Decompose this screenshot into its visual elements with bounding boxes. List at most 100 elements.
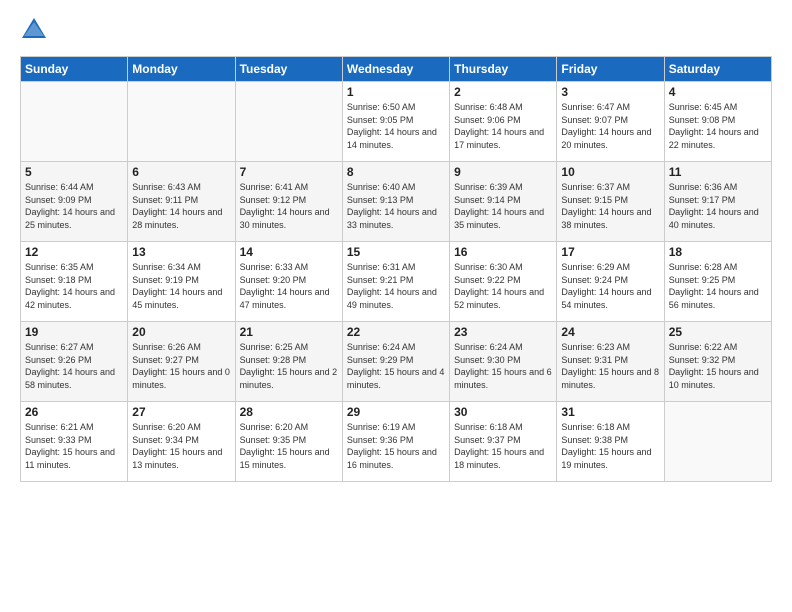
day-info: Sunrise: 6:23 AM Sunset: 9:31 PM Dayligh… xyxy=(561,341,659,391)
calendar-cell: 23 Sunrise: 6:24 AM Sunset: 9:30 PM Dayli… xyxy=(450,322,557,402)
day-number: 8 xyxy=(347,165,445,179)
day-number: 27 xyxy=(132,405,230,419)
day-info: Sunrise: 6:26 AM Sunset: 9:27 PM Dayligh… xyxy=(132,341,230,391)
logo xyxy=(20,16,52,44)
header-row: SundayMondayTuesdayWednesdayThursdayFrid… xyxy=(21,57,772,82)
week-row-2: 12Sunrise: 6:35 AM Sunset: 9:18 PM Dayli… xyxy=(21,242,772,322)
day-info: Sunrise: 6:30 AM Sunset: 9:22 PM Dayligh… xyxy=(454,261,552,311)
calendar-cell: 11 Sunrise: 6:36 AM Sunset: 9:17 PM Dayli… xyxy=(664,162,771,242)
day-info: Sunrise: 6:31 AM Sunset: 9:21 PM Dayligh… xyxy=(347,261,445,311)
calendar-table: SundayMondayTuesdayWednesdayThursdayFrid… xyxy=(20,56,772,482)
day-info: Sunrise: 6:20 AM Sunset: 9:35 PM Dayligh… xyxy=(240,421,338,471)
day-info: Sunrise: 6:39 AM Sunset: 9:14 PM Dayligh… xyxy=(454,181,552,231)
calendar-cell: 20 Sunrise: 6:26 AM Sunset: 9:27 PM Dayli… xyxy=(128,322,235,402)
day-info: Sunrise: 6:47 AM Sunset: 9:07 PM Dayligh… xyxy=(561,101,659,151)
calendar-cell: 29 Sunrise: 6:19 AM Sunset: 9:36 PM Dayli… xyxy=(342,402,449,482)
calendar-cell: 2Sunrise: 6:48 AM Sunset: 9:06 PM Daylig… xyxy=(450,82,557,162)
day-info: Sunrise: 6:19 AM Sunset: 9:36 PM Dayligh… xyxy=(347,421,445,471)
day-number: 23 xyxy=(454,325,552,339)
calendar-cell: 3Sunrise: 6:47 AM Sunset: 9:07 PM Daylig… xyxy=(557,82,664,162)
day-number: 14 xyxy=(240,245,338,259)
calendar-cell: 31 Sunrise: 6:18 AM Sunset: 9:38 PM Dayli… xyxy=(557,402,664,482)
calendar-cell: 6 Sunrise: 6:43 AM Sunset: 9:11 PM Daylig… xyxy=(128,162,235,242)
col-header-friday: Friday xyxy=(557,57,664,82)
day-number: 11 xyxy=(669,165,767,179)
calendar-cell: 17 Sunrise: 6:29 AM Sunset: 9:24 PM Dayli… xyxy=(557,242,664,322)
calendar-cell: 10 Sunrise: 6:37 AM Sunset: 9:15 PM Dayli… xyxy=(557,162,664,242)
day-info: Sunrise: 6:22 AM Sunset: 9:32 PM Dayligh… xyxy=(669,341,767,391)
day-number: 9 xyxy=(454,165,552,179)
calendar-cell: 7 Sunrise: 6:41 AM Sunset: 9:12 PM Daylig… xyxy=(235,162,342,242)
week-row-1: 5 Sunrise: 6:44 AM Sunset: 9:09 PM Daylig… xyxy=(21,162,772,242)
day-number: 15 xyxy=(347,245,445,259)
calendar-cell: 22Sunrise: 6:24 AM Sunset: 9:29 PM Dayli… xyxy=(342,322,449,402)
day-number: 26 xyxy=(25,405,123,419)
day-number: 16 xyxy=(454,245,552,259)
calendar-cell xyxy=(664,402,771,482)
calendar-cell: 5 Sunrise: 6:44 AM Sunset: 9:09 PM Daylig… xyxy=(21,162,128,242)
page: SundayMondayTuesdayWednesdayThursdayFrid… xyxy=(0,0,792,612)
day-number: 31 xyxy=(561,405,659,419)
day-info: Sunrise: 6:33 AM Sunset: 9:20 PM Dayligh… xyxy=(240,261,338,311)
day-number: 22 xyxy=(347,325,445,339)
day-number: 18 xyxy=(669,245,767,259)
calendar-cell: 24 Sunrise: 6:23 AM Sunset: 9:31 PM Dayli… xyxy=(557,322,664,402)
col-header-monday: Monday xyxy=(128,57,235,82)
col-header-saturday: Saturday xyxy=(664,57,771,82)
day-info: Sunrise: 6:29 AM Sunset: 9:24 PM Dayligh… xyxy=(561,261,659,311)
calendar-cell: 9 Sunrise: 6:39 AM Sunset: 9:14 PM Daylig… xyxy=(450,162,557,242)
day-info: Sunrise: 6:40 AM Sunset: 9:13 PM Dayligh… xyxy=(347,181,445,231)
calendar-cell: 16 Sunrise: 6:30 AM Sunset: 9:22 PM Dayli… xyxy=(450,242,557,322)
calendar-cell: 1Sunrise: 6:50 AM Sunset: 9:05 PM Daylig… xyxy=(342,82,449,162)
day-number: 28 xyxy=(240,405,338,419)
day-number: 13 xyxy=(132,245,230,259)
calendar-cell: 27 Sunrise: 6:20 AM Sunset: 9:34 PM Dayli… xyxy=(128,402,235,482)
day-number: 6 xyxy=(132,165,230,179)
day-info: Sunrise: 6:18 AM Sunset: 9:37 PM Dayligh… xyxy=(454,421,552,471)
week-row-4: 26 Sunrise: 6:21 AM Sunset: 9:33 PM Dayli… xyxy=(21,402,772,482)
calendar-cell: 30 Sunrise: 6:18 AM Sunset: 9:37 PM Dayli… xyxy=(450,402,557,482)
calendar-cell: 14 Sunrise: 6:33 AM Sunset: 9:20 PM Dayli… xyxy=(235,242,342,322)
day-number: 5 xyxy=(25,165,123,179)
day-number: 17 xyxy=(561,245,659,259)
col-header-wednesday: Wednesday xyxy=(342,57,449,82)
week-row-0: 1Sunrise: 6:50 AM Sunset: 9:05 PM Daylig… xyxy=(21,82,772,162)
day-number: 20 xyxy=(132,325,230,339)
calendar-cell: 12Sunrise: 6:35 AM Sunset: 9:18 PM Dayli… xyxy=(21,242,128,322)
day-info: Sunrise: 6:25 AM Sunset: 9:28 PM Dayligh… xyxy=(240,341,338,391)
calendar-cell: 25 Sunrise: 6:22 AM Sunset: 9:32 PM Dayli… xyxy=(664,322,771,402)
day-info: Sunrise: 6:41 AM Sunset: 9:12 PM Dayligh… xyxy=(240,181,338,231)
logo-icon xyxy=(20,16,48,44)
day-info: Sunrise: 6:43 AM Sunset: 9:11 PM Dayligh… xyxy=(132,181,230,231)
day-number: 12 xyxy=(25,245,123,259)
day-info: Sunrise: 6:21 AM Sunset: 9:33 PM Dayligh… xyxy=(25,421,123,471)
day-info: Sunrise: 6:20 AM Sunset: 9:34 PM Dayligh… xyxy=(132,421,230,471)
day-number: 1 xyxy=(347,85,445,99)
day-number: 7 xyxy=(240,165,338,179)
day-number: 21 xyxy=(240,325,338,339)
calendar-cell: 19Sunrise: 6:27 AM Sunset: 9:26 PM Dayli… xyxy=(21,322,128,402)
day-info: Sunrise: 6:37 AM Sunset: 9:15 PM Dayligh… xyxy=(561,181,659,231)
day-info: Sunrise: 6:44 AM Sunset: 9:09 PM Dayligh… xyxy=(25,181,123,231)
day-number: 25 xyxy=(669,325,767,339)
day-number: 10 xyxy=(561,165,659,179)
day-info: Sunrise: 6:18 AM Sunset: 9:38 PM Dayligh… xyxy=(561,421,659,471)
calendar-cell: 15 Sunrise: 6:31 AM Sunset: 9:21 PM Dayli… xyxy=(342,242,449,322)
col-header-sunday: Sunday xyxy=(21,57,128,82)
calendar-cell: 26 Sunrise: 6:21 AM Sunset: 9:33 PM Dayli… xyxy=(21,402,128,482)
day-number: 30 xyxy=(454,405,552,419)
day-number: 29 xyxy=(347,405,445,419)
day-info: Sunrise: 6:28 AM Sunset: 9:25 PM Dayligh… xyxy=(669,261,767,311)
col-header-tuesday: Tuesday xyxy=(235,57,342,82)
day-number: 24 xyxy=(561,325,659,339)
calendar-cell: 18 Sunrise: 6:28 AM Sunset: 9:25 PM Dayli… xyxy=(664,242,771,322)
day-info: Sunrise: 6:24 AM Sunset: 9:30 PM Dayligh… xyxy=(454,341,552,391)
calendar-cell: 21 Sunrise: 6:25 AM Sunset: 9:28 PM Dayli… xyxy=(235,322,342,402)
day-info: Sunrise: 6:34 AM Sunset: 9:19 PM Dayligh… xyxy=(132,261,230,311)
day-info: Sunrise: 6:36 AM Sunset: 9:17 PM Dayligh… xyxy=(669,181,767,231)
calendar-cell: 8 Sunrise: 6:40 AM Sunset: 9:13 PM Daylig… xyxy=(342,162,449,242)
week-row-3: 19Sunrise: 6:27 AM Sunset: 9:26 PM Dayli… xyxy=(21,322,772,402)
calendar-cell xyxy=(235,82,342,162)
calendar-cell xyxy=(128,82,235,162)
calendar-cell: 13 Sunrise: 6:34 AM Sunset: 9:19 PM Dayli… xyxy=(128,242,235,322)
